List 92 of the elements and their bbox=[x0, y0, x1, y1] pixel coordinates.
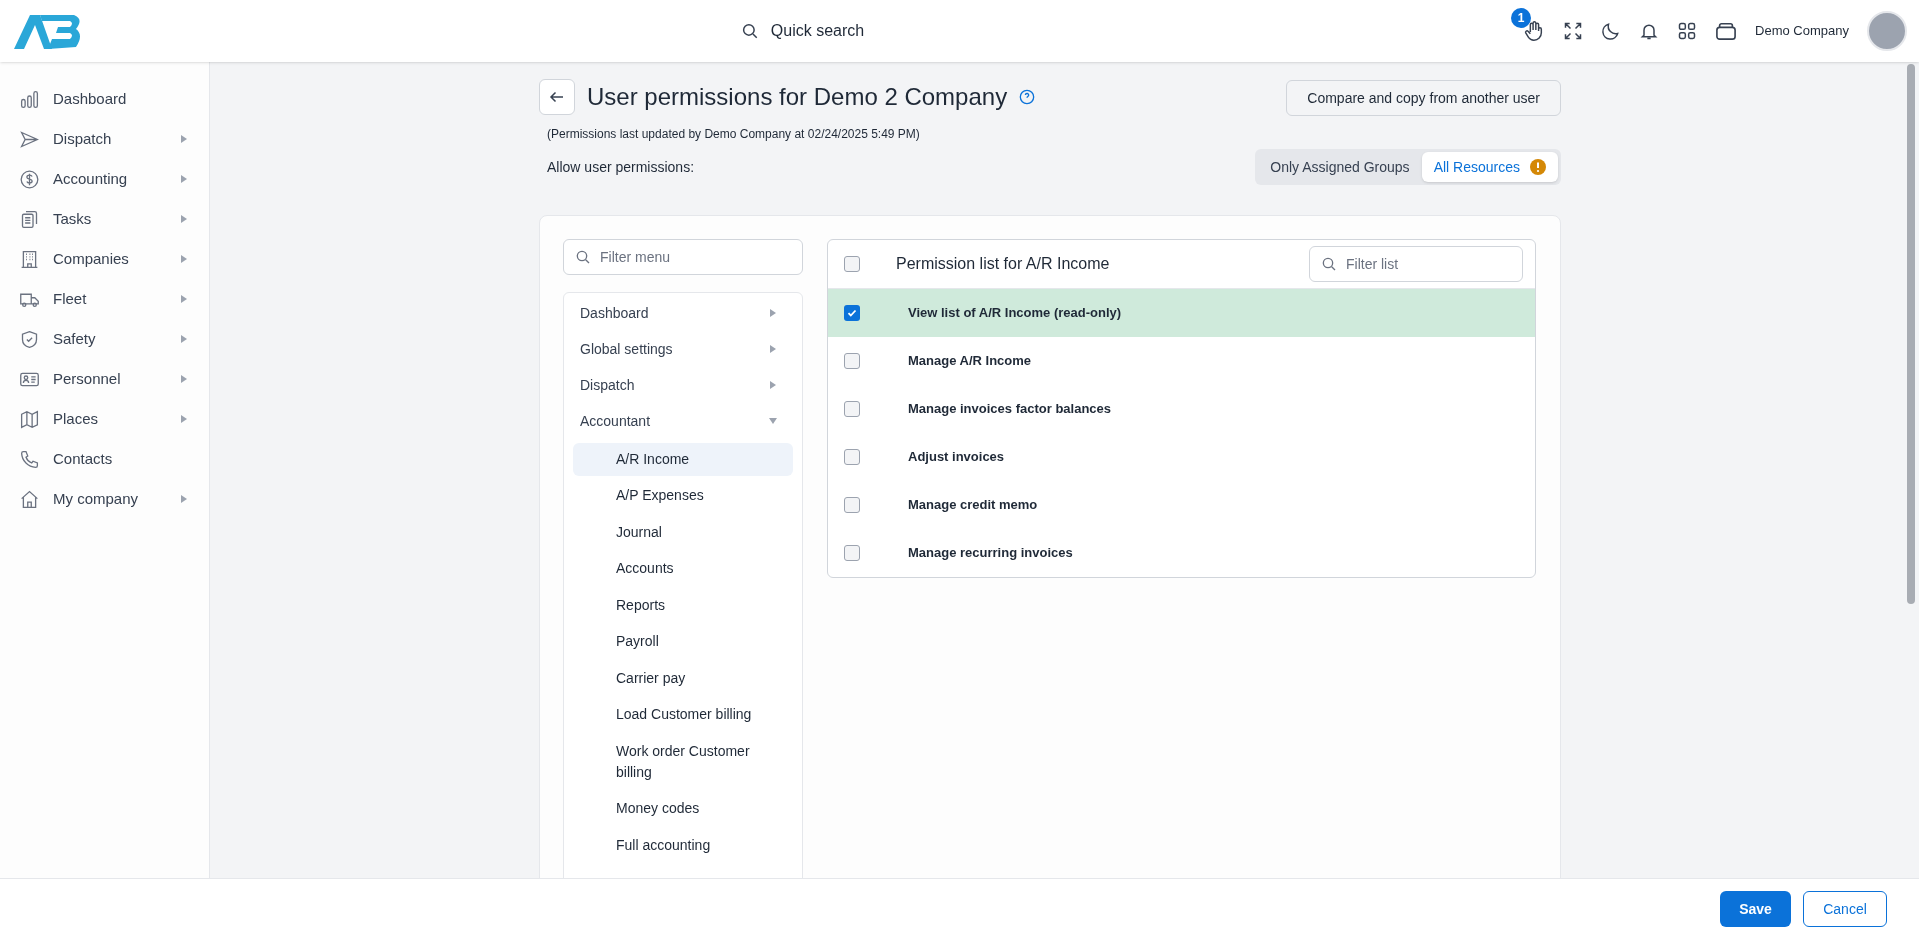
caret-icon bbox=[179, 374, 189, 384]
permission-row[interactable]: Manage credit memo bbox=[828, 481, 1535, 529]
avatar[interactable] bbox=[1867, 11, 1907, 51]
building-icon bbox=[19, 248, 40, 270]
last-updated-note: (Permissions last updated by Demo Company at 02/24/2025 5:49 PM) bbox=[547, 126, 921, 143]
caret-icon bbox=[179, 174, 189, 184]
permission-list-title: Permission list for A/R Income bbox=[896, 254, 1110, 274]
save-button[interactable]: Save bbox=[1720, 891, 1791, 927]
shield-check-icon bbox=[19, 328, 40, 350]
menu-subitem[interactable]: Full accounting bbox=[573, 828, 793, 862]
permission-row[interactable]: View list of A/R Income (read-only) bbox=[828, 289, 1535, 337]
permission-label: View list of A/R Income (read-only) bbox=[908, 304, 1122, 323]
menu-subitem[interactable]: Carrier pay bbox=[573, 661, 793, 695]
clipboard-icon bbox=[19, 208, 40, 230]
search-icon bbox=[740, 22, 759, 40]
search-icon bbox=[1321, 256, 1337, 272]
phone-icon bbox=[19, 448, 40, 470]
caret-icon bbox=[768, 380, 778, 390]
permission-label: Manage recurring invoices bbox=[908, 544, 1073, 563]
menu-subitem[interactable]: Money codes bbox=[573, 792, 793, 825]
sidebar-item[interactable]: Tasks bbox=[0, 199, 209, 239]
allow-permissions-label: Allow user permissions: bbox=[547, 157, 695, 177]
caret-icon bbox=[768, 308, 778, 318]
notification-count-badge: 1 bbox=[1511, 8, 1532, 28]
cancel-button[interactable]: Cancel bbox=[1803, 891, 1887, 927]
menu-subitem[interactable]: Accounts bbox=[573, 552, 793, 585]
sidebar-item[interactable]: Accounting bbox=[0, 159, 209, 199]
menu-subitem[interactable]: A/R Income bbox=[573, 442, 793, 476]
caret-icon bbox=[179, 334, 189, 344]
checkbox[interactable] bbox=[844, 545, 860, 561]
back-button[interactable] bbox=[539, 79, 575, 115]
sidebar-item[interactable]: Dashboard bbox=[0, 79, 209, 119]
page-title: User permissions for Demo 2 Company bbox=[587, 82, 1008, 112]
menu-subitem[interactable]: A/P Expenses bbox=[573, 479, 793, 512]
checkbox[interactable] bbox=[844, 497, 860, 513]
sidebar-item[interactable]: Places bbox=[0, 399, 209, 439]
permission-label: Manage A/R Income bbox=[908, 352, 1032, 371]
checkbox[interactable] bbox=[844, 401, 860, 417]
user-name[interactable]: Demo Company bbox=[1755, 21, 1849, 41]
menu-tree-item[interactable]: Dispatch bbox=[573, 367, 793, 403]
menu-subitem[interactable]: Payroll bbox=[573, 625, 793, 658]
checkmark-icon bbox=[846, 307, 858, 319]
filter-menu-field[interactable]: Filter menu bbox=[563, 239, 803, 275]
permission-row[interactable]: Manage A/R Income bbox=[828, 337, 1535, 385]
checkbox[interactable] bbox=[844, 353, 860, 369]
permission-row[interactable]: Manage invoices factor balances bbox=[828, 385, 1535, 433]
help-icon[interactable] bbox=[1019, 89, 1036, 105]
caret-icon bbox=[179, 214, 189, 224]
mode-tab[interactable]: All Resources bbox=[1421, 152, 1558, 182]
sidebar-item[interactable]: Personnel bbox=[0, 359, 209, 399]
caret-icon bbox=[768, 416, 778, 426]
permission-label: Manage invoices factor balances bbox=[908, 400, 1112, 419]
sidebar-item[interactable]: Dispatch bbox=[0, 119, 209, 159]
caret-icon bbox=[179, 134, 189, 144]
menu-tree-item[interactable]: Accountant bbox=[573, 403, 793, 439]
bar-chart-icon bbox=[19, 88, 40, 110]
compare-copy-button[interactable]: Compare and copy from another user bbox=[1286, 80, 1561, 116]
menu-tree-item[interactable]: Global settings bbox=[573, 331, 793, 367]
caret-icon bbox=[179, 254, 189, 264]
menu-subitem[interactable]: Journal bbox=[573, 515, 793, 549]
permission-label: Manage credit memo bbox=[908, 496, 1038, 515]
paper-plane-icon bbox=[19, 128, 40, 150]
mode-tab[interactable]: Only Assigned Groups bbox=[1258, 152, 1422, 182]
checkbox[interactable] bbox=[844, 256, 860, 272]
caret-icon bbox=[179, 414, 189, 424]
search-icon bbox=[575, 249, 591, 265]
filter-list-field[interactable]: Filter list bbox=[1309, 246, 1523, 282]
checkbox[interactable] bbox=[844, 305, 860, 321]
caret-icon bbox=[179, 294, 189, 304]
menu-subitem[interactable]: Reports bbox=[573, 588, 793, 622]
permission-row[interactable]: Adjust invoices bbox=[828, 433, 1535, 481]
sidebar-item[interactable]: Companies bbox=[0, 239, 209, 279]
quick-search-button[interactable]: Quick search bbox=[740, 19, 865, 43]
moon-icon[interactable] bbox=[1601, 21, 1622, 41]
checkbox[interactable] bbox=[844, 449, 860, 465]
fullscreen-icon[interactable] bbox=[1563, 21, 1584, 41]
sidebar-item[interactable]: My company bbox=[0, 479, 209, 519]
map-icon bbox=[19, 408, 40, 430]
sidebar-item[interactable]: Fleet bbox=[0, 279, 209, 319]
house-icon bbox=[19, 488, 40, 510]
dollar-icon bbox=[19, 168, 40, 190]
sidebar-item[interactable]: Contacts bbox=[0, 439, 209, 479]
menu-tree-item[interactable]: Dashboard bbox=[573, 295, 793, 331]
apps-grid-icon[interactable] bbox=[1677, 21, 1698, 41]
permission-label: Adjust invoices bbox=[908, 448, 1005, 467]
menu-subitem[interactable]: Load Customer billing bbox=[573, 698, 793, 731]
sidebar-item[interactable]: Safety bbox=[0, 319, 209, 359]
tray-icon[interactable] bbox=[1715, 21, 1738, 41]
menu-subitem[interactable]: Work order Customer billing bbox=[573, 734, 793, 789]
caret-icon bbox=[768, 344, 778, 354]
caret-icon bbox=[179, 494, 189, 504]
permission-row[interactable]: Manage recurring invoices bbox=[828, 529, 1535, 577]
